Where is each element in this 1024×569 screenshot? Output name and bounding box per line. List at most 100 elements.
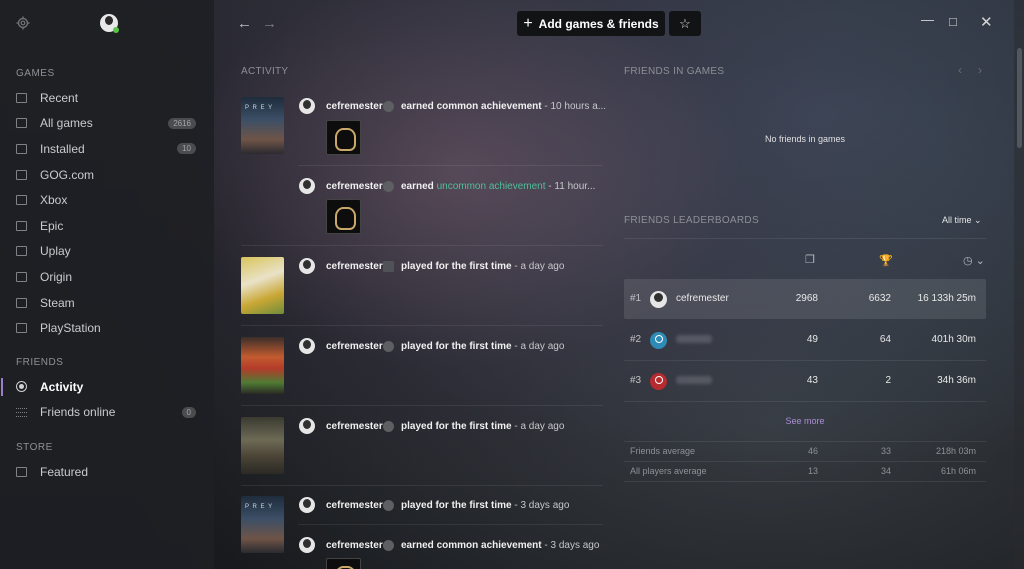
steam-icon bbox=[16, 297, 27, 308]
player-name[interactable]: cefremester bbox=[676, 293, 729, 304]
divider bbox=[624, 481, 986, 482]
close-icon[interactable]: ✕ bbox=[980, 13, 993, 31]
period-dropdown[interactable]: All time ⌄ bbox=[942, 215, 982, 226]
achievement-icon[interactable] bbox=[326, 199, 361, 234]
avatar[interactable] bbox=[650, 291, 667, 308]
sidebar-item-gog[interactable]: GOG.com bbox=[0, 162, 214, 188]
activity-item[interactable]: cefremester earned uncommon achievement … bbox=[241, 177, 603, 247]
game-cover[interactable] bbox=[241, 97, 284, 154]
origin-icon bbox=[16, 271, 27, 282]
activity-icon bbox=[16, 381, 27, 393]
games-count: 2968 bbox=[795, 293, 818, 304]
sidebar-item-label: Installed bbox=[40, 141, 85, 156]
activity-item[interactable]: cefremester earned common achievement - … bbox=[241, 536, 603, 569]
event-user[interactable]: cefremester bbox=[326, 500, 383, 511]
leaderboard-row[interactable]: #1 cefremester 2968 6632 16 133h 25m bbox=[624, 279, 986, 319]
activity-item[interactable]: cefremester earned common achievement - … bbox=[241, 97, 606, 167]
activity-item[interactable]: cefremester played for the first time - … bbox=[241, 257, 603, 327]
see-more-link[interactable]: See more bbox=[624, 416, 986, 426]
playtime: 16 133h 25m bbox=[917, 293, 976, 304]
avatar[interactable] bbox=[299, 338, 315, 354]
minimize-icon[interactable]: — bbox=[921, 12, 934, 27]
event-user[interactable]: cefremester bbox=[326, 101, 383, 112]
games-count: 13 bbox=[807, 466, 818, 476]
activity-item[interactable]: cefremester played for the first time - … bbox=[241, 496, 603, 553]
event-user[interactable]: cefremester bbox=[326, 181, 383, 192]
game-cover[interactable] bbox=[241, 417, 284, 474]
star-icon[interactable]: ☆ bbox=[669, 11, 701, 36]
sidebar-item-uplay[interactable]: Uplay bbox=[0, 239, 214, 265]
friends-online-icon bbox=[16, 407, 27, 417]
event-time: - 10 hours a... bbox=[541, 101, 607, 112]
event-user[interactable]: cefremester bbox=[326, 261, 383, 272]
event-time: - 3 days ago bbox=[541, 540, 600, 551]
divider bbox=[241, 245, 603, 246]
empty-state-text: No friends in games bbox=[764, 134, 846, 144]
sidebar-section-games: GAMES bbox=[16, 68, 55, 79]
player-name-hidden[interactable] bbox=[676, 376, 712, 384]
sidebar-item-playstation[interactable]: PlayStation bbox=[0, 315, 214, 341]
sidebar-item-activity[interactable]: Activity bbox=[0, 374, 214, 400]
chevron-right-icon[interactable]: › bbox=[978, 63, 982, 77]
achievement-icon[interactable] bbox=[326, 120, 361, 155]
activity-item[interactable]: cefremester played for the first time - … bbox=[241, 337, 603, 407]
arrow-left-icon[interactable]: ← bbox=[237, 15, 252, 32]
leaderboard-row[interactable]: #2 49 64 401h 30m bbox=[624, 320, 986, 360]
sidebar-item-steam[interactable]: Steam bbox=[0, 290, 214, 316]
achievements-count: 64 bbox=[879, 334, 891, 345]
avatar[interactable] bbox=[299, 418, 315, 434]
player-name-hidden[interactable] bbox=[676, 335, 712, 343]
avatar[interactable] bbox=[299, 98, 315, 114]
avatar[interactable] bbox=[299, 537, 315, 553]
sidebar-item-label: Friends online bbox=[40, 405, 116, 420]
gear-icon[interactable] bbox=[16, 16, 30, 30]
game-cover[interactable] bbox=[241, 337, 284, 394]
games-count: 46 bbox=[807, 446, 818, 456]
sidebar-item-installed[interactable]: Installed 10 bbox=[0, 136, 214, 162]
games-count-icon[interactable]: ❐ bbox=[805, 253, 815, 266]
arrow-right-icon[interactable]: → bbox=[262, 15, 277, 32]
scrollbar[interactable] bbox=[1014, 0, 1024, 569]
chevron-left-icon[interactable]: ‹ bbox=[958, 63, 962, 77]
activity-item[interactable]: cefremester played for the first time - … bbox=[241, 417, 603, 487]
trophy-icon[interactable]: 🏆 bbox=[879, 254, 893, 267]
clock-icon[interactable]: ◷ ⌄ bbox=[963, 254, 985, 267]
sidebar-item-label: PlayStation bbox=[40, 321, 101, 336]
sidebar-item-recent[interactable]: Recent bbox=[0, 85, 214, 111]
add-games-friends-button[interactable]: + Add games & friends bbox=[517, 11, 665, 36]
game-cover[interactable] bbox=[241, 257, 284, 314]
avatar[interactable] bbox=[299, 258, 315, 274]
avatar[interactable] bbox=[299, 497, 315, 513]
steam-icon bbox=[383, 421, 394, 432]
achievements-count: 2 bbox=[885, 375, 891, 386]
event-user[interactable]: cefremester bbox=[326, 341, 383, 352]
event-text: played for the first time - 3 days ago bbox=[401, 500, 569, 511]
event-user[interactable]: cefremester bbox=[326, 540, 383, 551]
event-text: earned common achievement - 10 hours a..… bbox=[401, 101, 606, 112]
event-time: - a day ago bbox=[511, 341, 565, 352]
event-action: earned bbox=[401, 181, 437, 192]
steam-icon bbox=[383, 341, 394, 352]
uplay-icon bbox=[16, 246, 27, 257]
sidebar-item-all-games[interactable]: All games 2616 bbox=[0, 111, 214, 137]
avatar[interactable] bbox=[650, 373, 667, 390]
online-status-dot bbox=[113, 27, 119, 33]
divider bbox=[241, 405, 603, 406]
maximize-icon[interactable]: □ bbox=[949, 14, 957, 29]
achievement-icon[interactable] bbox=[326, 558, 361, 569]
add-button-label: Add games & friends bbox=[538, 16, 659, 31]
sidebar-item-featured[interactable]: Featured bbox=[0, 459, 214, 485]
event-time: - a day ago bbox=[511, 421, 565, 432]
sidebar-item-friends-online[interactable]: Friends online 0 bbox=[0, 400, 214, 426]
sidebar-item-origin[interactable]: Origin bbox=[0, 264, 214, 290]
sidebar-item-epic[interactable]: Epic bbox=[0, 213, 214, 239]
sidebar-item-xbox[interactable]: Xbox bbox=[0, 187, 214, 213]
avatar[interactable] bbox=[650, 332, 667, 349]
scrollbar-thumb[interactable] bbox=[1017, 48, 1022, 148]
avatar[interactable] bbox=[299, 178, 315, 194]
event-user[interactable]: cefremester bbox=[326, 421, 383, 432]
leaderboard-row[interactable]: #3 43 2 34h 36m bbox=[624, 361, 986, 401]
event-action: played for the first time bbox=[401, 341, 512, 352]
rank: #2 bbox=[630, 334, 642, 345]
event-time: - a day ago bbox=[511, 261, 565, 272]
